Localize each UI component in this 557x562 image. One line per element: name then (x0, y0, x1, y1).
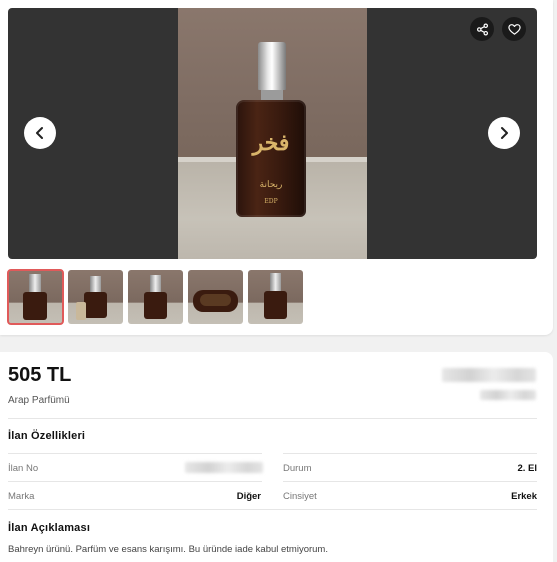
bottle-cap (258, 42, 286, 90)
gallery-card: فخر ريحانة EDP (0, 0, 553, 335)
description-title: İlan Açıklaması (8, 522, 91, 534)
divider (8, 481, 262, 482)
listing-info-card: 505 TL Arap Parfümü İlan Özellikleri İla… (0, 352, 553, 562)
thumbnail-1[interactable] (7, 269, 64, 325)
thumbnail-4[interactable] (188, 270, 243, 324)
favorite-button[interactable] (502, 17, 526, 41)
share-button[interactable] (470, 17, 494, 41)
next-image-button[interactable] (488, 117, 520, 149)
divider (8, 453, 262, 454)
ilan-no-value-redacted (185, 462, 263, 473)
previous-image-button[interactable] (24, 117, 56, 149)
cinsiyet-label: Cinsiyet (283, 491, 317, 502)
heart-icon (507, 23, 521, 35)
thumbnail-2[interactable] (68, 270, 123, 324)
price: 505 TL (8, 364, 72, 386)
chevron-left-icon (36, 127, 43, 139)
durum-value: 2. El (517, 463, 537, 474)
seller-info-redacted (442, 368, 536, 382)
chevron-right-icon (501, 127, 508, 139)
divider (8, 509, 537, 510)
share-icon (476, 23, 488, 35)
thumbnail-strip (7, 269, 303, 325)
bottle-label-line1: فخر (252, 130, 290, 156)
durum-label: Durum (283, 463, 312, 474)
marka-label: Marka (8, 491, 35, 502)
description-text: Bahreyn ürünü. Parfüm ve esans karışımı.… (8, 544, 328, 555)
marka-value: Diğer (236, 491, 261, 502)
ilan-no-label: İlan No (8, 463, 39, 474)
main-product-photo[interactable]: فخر ريحانة EDP (178, 8, 367, 259)
bottle-label-line3: EDP (264, 198, 278, 205)
cinsiyet-value: Erkek (511, 491, 537, 502)
bottle-label-line2: ريحانة (259, 180, 283, 190)
category-link[interactable]: Arap Parfümü (8, 395, 70, 406)
divider (283, 453, 537, 454)
perfume-bottle: فخر ريحانة EDP (236, 42, 306, 217)
thumbnail-5[interactable] (248, 270, 303, 324)
divider (8, 418, 537, 419)
divider (283, 481, 537, 482)
image-viewer[interactable]: فخر ريحانة EDP (8, 8, 537, 259)
thumbnail-3[interactable] (128, 270, 183, 324)
features-title: İlan Özellikleri (8, 430, 86, 442)
seller-info-redacted-2 (480, 390, 536, 400)
